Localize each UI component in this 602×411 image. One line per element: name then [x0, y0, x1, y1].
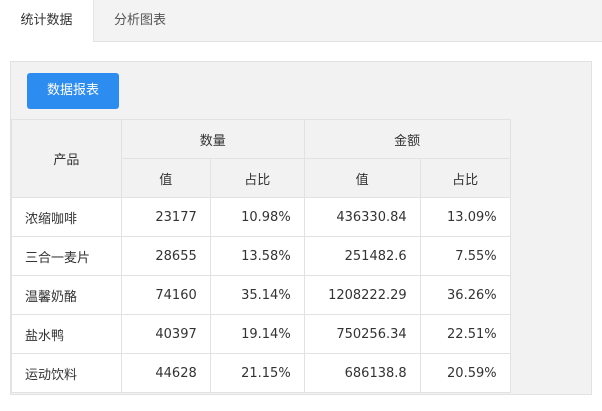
cell-amount-share: 7.55% — [419, 236, 511, 276]
header-quantity: 数量 — [120, 119, 305, 159]
statistics-table: 产品 数量 金额 值 占比 值 占比 浓缩咖啡 23177 10.98% 436… — [11, 119, 591, 393]
cell-amount: 251482.6 — [303, 236, 421, 276]
cell-amount-share: 13.09% — [419, 197, 511, 237]
cell-quantity: 23177 — [120, 197, 211, 237]
header-product: 产品 — [11, 119, 122, 198]
cell-product: 盐水鸭 — [11, 314, 122, 354]
cell-amount: 750256.34 — [303, 314, 421, 354]
tab-analysis-charts[interactable]: 分析图表 — [94, 0, 186, 41]
row-spacer — [510, 314, 591, 354]
tab-statistics[interactable]: 统计数据 — [0, 0, 94, 42]
table-row: 三合一麦片 28655 13.58% 251482.6 7.55% — [11, 236, 591, 276]
cell-product: 温馨奶酪 — [11, 275, 122, 315]
table-row: 运动饮料 44628 21.15% 686138.8 20.59% — [11, 353, 591, 393]
header-amount-value: 值 — [303, 158, 421, 198]
cell-product: 运动饮料 — [11, 353, 122, 393]
header-quantity-value: 值 — [120, 158, 211, 198]
cell-quantity-share: 13.58% — [209, 236, 305, 276]
cell-quantity-share: 10.98% — [209, 197, 305, 237]
cell-amount-share: 36.26% — [419, 275, 511, 315]
tab-bar: 统计数据 分析图表 — [0, 0, 602, 42]
statistics-panel: 数据报表 产品 数量 金额 值 占比 值 占比 浓缩咖啡 23177 10.98… — [10, 61, 592, 395]
table-row: 浓缩咖啡 23177 10.98% 436330.84 13.09% — [11, 197, 591, 237]
header-quantity-share: 占比 — [209, 158, 305, 198]
cell-amount: 686138.8 — [303, 353, 421, 393]
cell-product: 浓缩咖啡 — [11, 197, 122, 237]
row-spacer — [510, 236, 591, 276]
cell-quantity: 40397 — [120, 314, 211, 354]
cell-amount-share: 22.51% — [419, 314, 511, 354]
cell-quantity: 74160 — [120, 275, 211, 315]
row-spacer — [510, 197, 591, 237]
cell-product: 三合一麦片 — [11, 236, 122, 276]
cell-amount-share: 20.59% — [419, 353, 511, 393]
row-spacer — [510, 275, 591, 315]
cell-quantity-share: 35.14% — [209, 275, 305, 315]
cell-amount: 1208222.29 — [303, 275, 421, 315]
cell-quantity-share: 21.15% — [209, 353, 305, 393]
cell-quantity-share: 19.14% — [209, 314, 305, 354]
cell-amount: 436330.84 — [303, 197, 421, 237]
cell-quantity: 28655 — [120, 236, 211, 276]
header-amount-share: 占比 — [419, 158, 511, 198]
cell-quantity: 44628 — [120, 353, 211, 393]
header-spacer — [510, 119, 591, 198]
table-row: 温馨奶酪 74160 35.14% 1208222.29 36.26% — [11, 275, 591, 315]
row-spacer — [510, 353, 591, 393]
header-amount: 金额 — [303, 119, 511, 159]
table-row: 盐水鸭 40397 19.14% 750256.34 22.51% — [11, 314, 591, 354]
data-report-button[interactable]: 数据报表 — [27, 73, 119, 109]
